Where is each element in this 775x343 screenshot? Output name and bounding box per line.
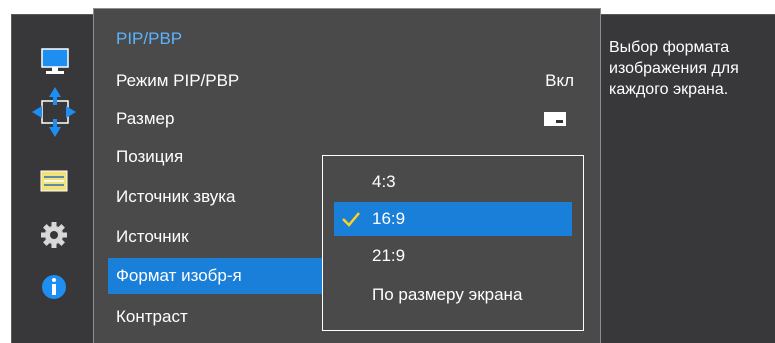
menu-item-picture-format[interactable]: Формат изобр-я [108, 258, 324, 294]
menu-item-label: Формат изобр-я [116, 266, 242, 285]
osd-screen: PIP/PBP Режим PIP/PBP Вкл Размер Позиция… [0, 0, 775, 343]
menu-item-pip-mode[interactable]: Режим PIP/PBP Вкл [108, 63, 588, 99]
picture-format-dropdown: 4:3 16:9 21:9 По размеру экрана [322, 155, 584, 331]
menu-item-size[interactable]: Размер [108, 101, 588, 137]
help-text: Выбор формата изображения для каждого эк… [609, 39, 739, 98]
dropdown-option[interactable]: 4:3 [334, 165, 572, 199]
option-label: 21:9 [372, 246, 406, 265]
pip-size-icon [544, 112, 566, 126]
option-label: 16:9 [372, 209, 406, 228]
category-sidebar [11, 14, 94, 343]
option-label: 4:3 [372, 172, 396, 191]
help-panel: Выбор формата изображения для каждого эк… [601, 14, 775, 343]
menu-item-label: Контраст [116, 307, 188, 326]
checkmark-icon [342, 212, 360, 227]
menu-item-label: Источник [116, 227, 189, 246]
info-icon[interactable] [32, 269, 76, 305]
dropdown-option[interactable]: 21:9 [334, 239, 572, 273]
menu-item-value: Вкл [545, 71, 574, 90]
menu-item-label: Позиция [116, 147, 184, 166]
resize-arrows-icon[interactable] [32, 85, 76, 139]
menu-item-label: Режим PIP/PBP [116, 71, 240, 90]
menu-list-icon[interactable] [32, 165, 76, 201]
monitor-icon[interactable] [32, 45, 76, 81]
menu-item-label: Источник звука [116, 187, 236, 206]
dropdown-option-selected[interactable]: 16:9 [334, 202, 572, 236]
dropdown-option[interactable]: По размеру экрана [334, 278, 572, 312]
gear-icon[interactable] [32, 217, 76, 253]
menu-title: PIP/PBP [116, 29, 183, 48]
option-label: По размеру экрана [372, 285, 523, 304]
menu-item-label: Размер [116, 109, 175, 128]
